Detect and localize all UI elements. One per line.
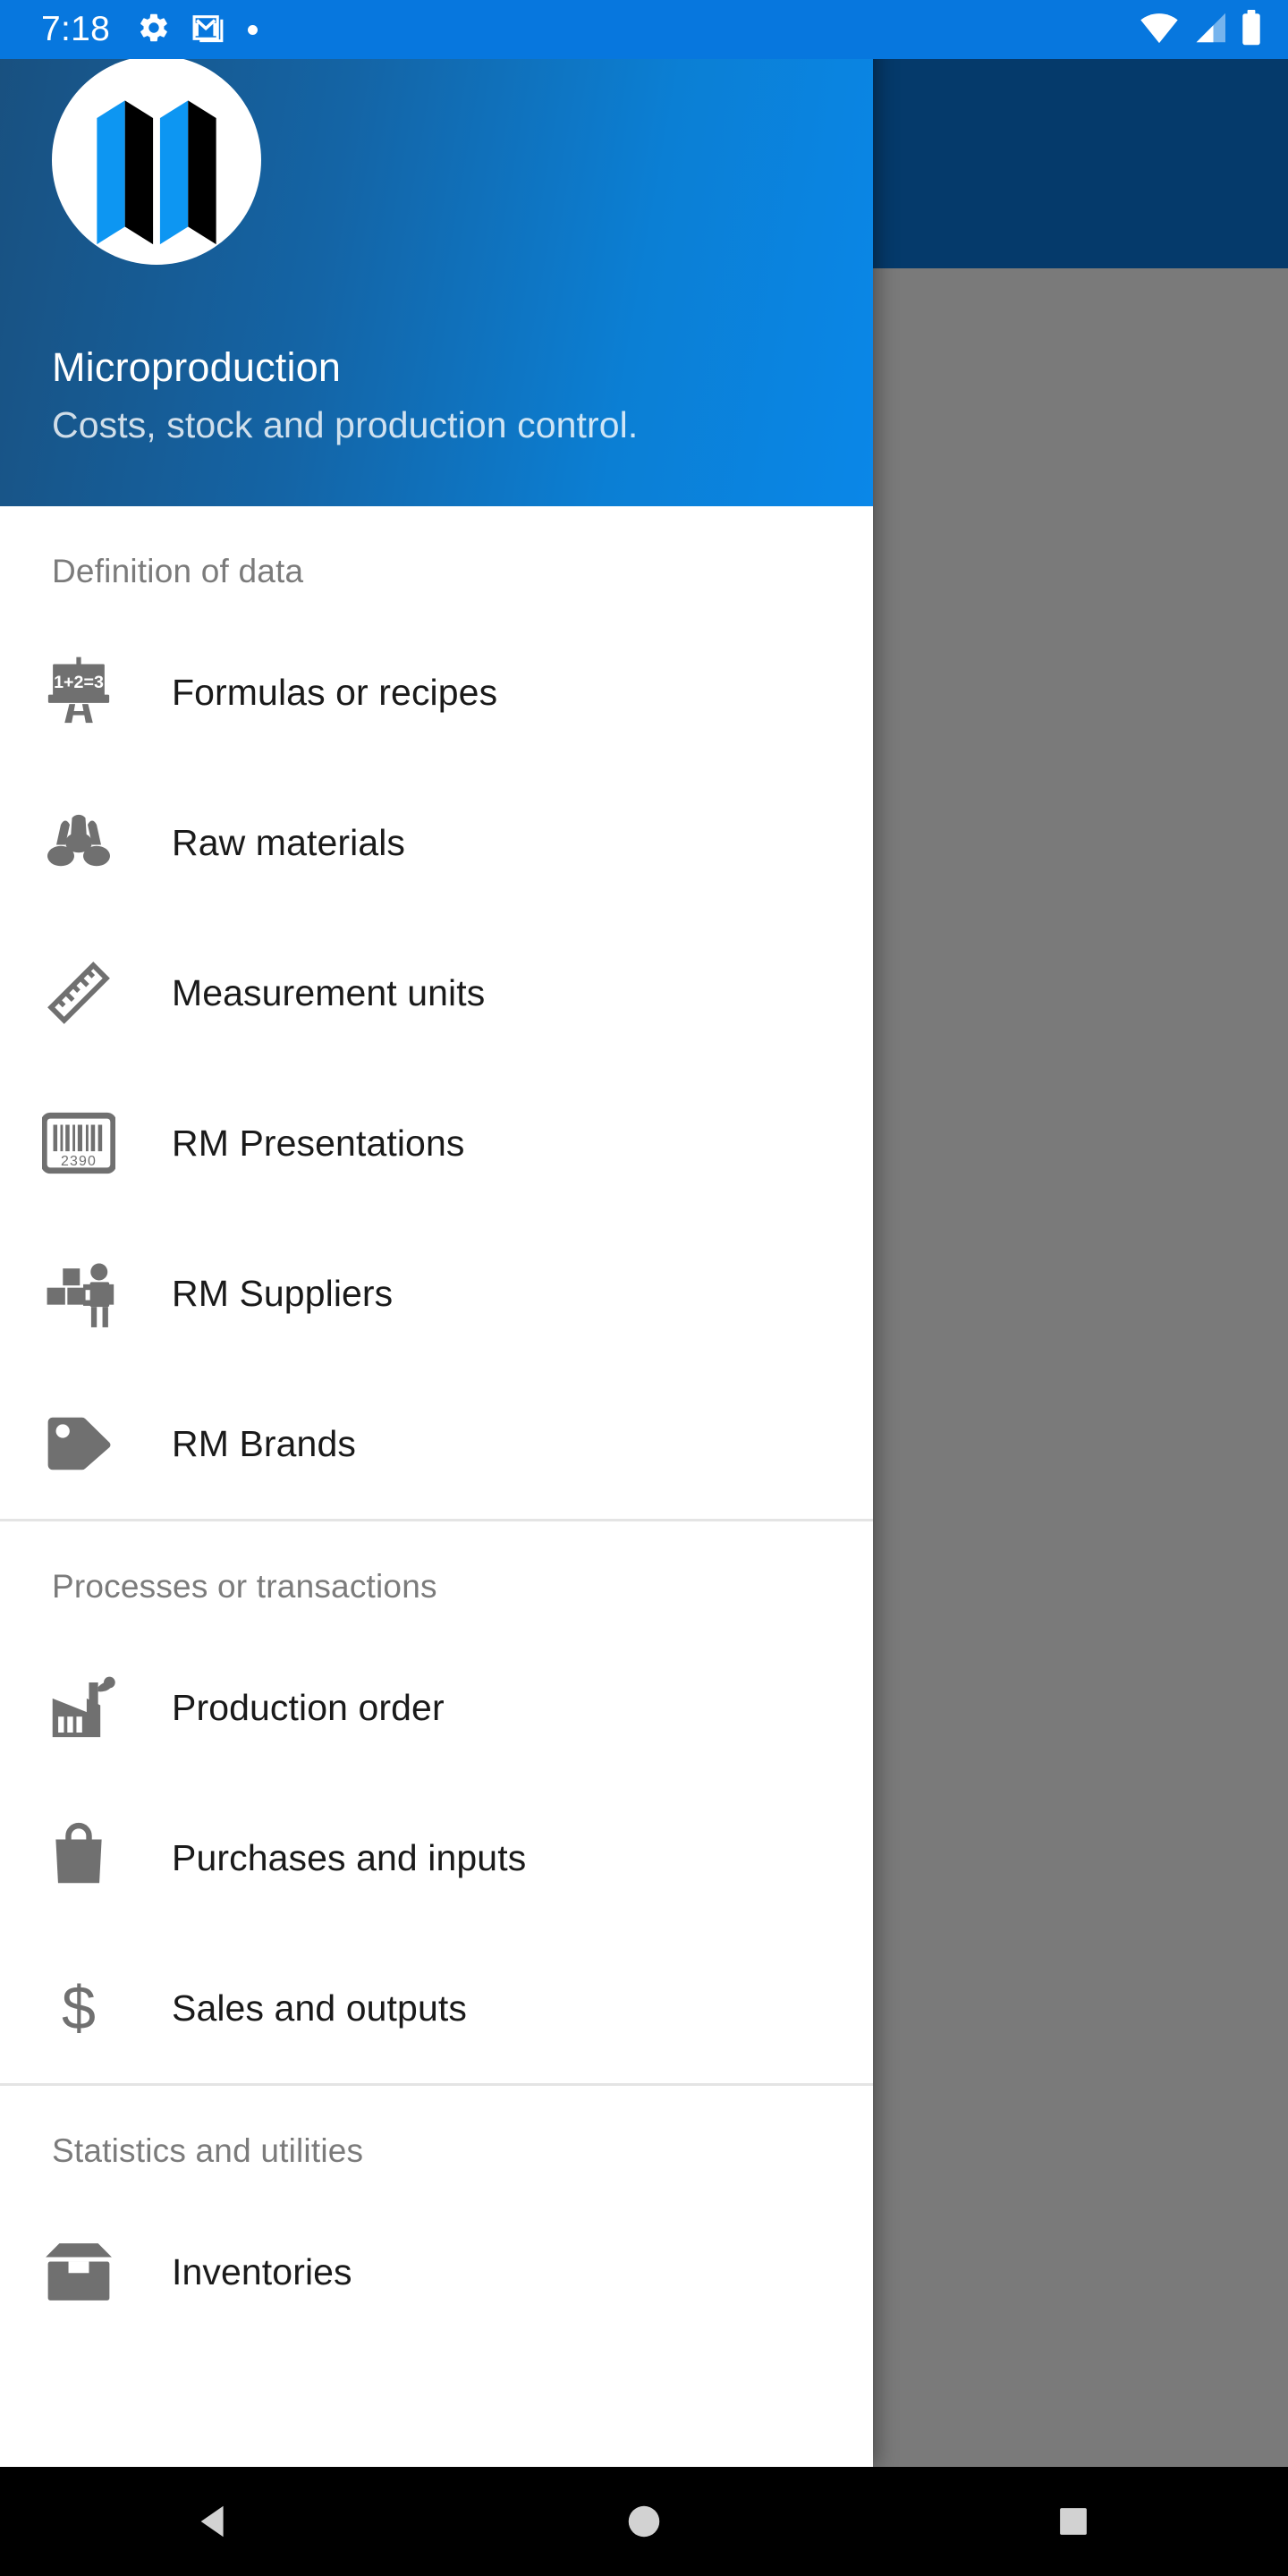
drawer-item-label: Measurement units <box>172 971 486 1013</box>
battery-icon <box>1240 9 1263 50</box>
drawer-item-formulas-or-recipes[interactable]: 1+2=3 Formulas or recipes <box>0 617 873 767</box>
drawer-item-rm-presentations[interactable]: 2390 RM Presentations <box>0 1068 873 1218</box>
cellular-signal-icon <box>1191 12 1228 48</box>
blackboard-formula-icon: 1+2=3 <box>38 651 120 733</box>
drawer-section-header-definition-of-data: Definition of data <box>52 553 304 589</box>
drawer-item-measurement-units[interactable]: Measurement units <box>0 918 873 1068</box>
recents-button[interactable] <box>984 2467 1163 2576</box>
svg-text:$: $ <box>62 1975 96 2043</box>
price-tag-icon <box>38 1402 120 1485</box>
navigation-drawer: Microproduction Costs, stock and product… <box>0 0 873 2467</box>
ruler-icon <box>38 952 120 1034</box>
drawer-item-label: Formulas or recipes <box>172 671 498 713</box>
back-button[interactable] <box>125 2467 304 2576</box>
gmail-icon <box>191 10 227 50</box>
svg-text:2390: 2390 <box>61 1154 97 1169</box>
shopping-bag-icon <box>38 1817 120 1899</box>
notification-dot-icon <box>248 24 258 35</box>
drawer-item-raw-materials[interactable]: Raw materials <box>0 767 873 918</box>
pipes-stack-icon <box>38 801 120 884</box>
microproduction-m-logo <box>52 55 261 265</box>
factory-icon <box>38 1666 120 1749</box>
barcode-icon: 2390 <box>38 1102 120 1184</box>
drawer-item-purchases-and-inputs[interactable]: Purchases and inputs <box>0 1783 873 1933</box>
drawer-item-label: RM Suppliers <box>172 1272 394 1314</box>
home-button[interactable] <box>555 2467 733 2576</box>
drawer-item-label: Raw materials <box>172 821 406 863</box>
drawer-item-label: Inventories <box>172 2250 352 2292</box>
drawer-item-rm-suppliers[interactable]: RM Suppliers <box>0 1218 873 1368</box>
drawer-item-production-order[interactable]: Production order <box>0 1632 873 1783</box>
inventory-box-icon <box>38 2231 120 2313</box>
drawer-menu-list: Definition of data 1+2=3 Formulas or rec… <box>0 506 873 2347</box>
drawer-item-label: RM Presentations <box>172 1122 465 1164</box>
drawer-app-title: Microproduction <box>52 344 342 390</box>
drawer-item-label: Purchases and inputs <box>172 1836 527 1878</box>
wifi-icon <box>1140 12 1179 48</box>
drawer-section-header-processes-or-transactions: Processes or transactions <box>52 1568 437 1605</box>
drawer-section-header-statistics-and-utilities: Statistics and utilities <box>52 2132 364 2169</box>
drawer-item-label: Production order <box>172 1686 445 1728</box>
settings-gear-icon <box>137 11 171 49</box>
system-navigation-bar <box>0 2467 1288 2576</box>
drawer-item-sales-and-outputs[interactable]: $ Sales and outputs <box>0 1933 873 2083</box>
status-bar-clock: 7:18 <box>41 10 111 48</box>
drawer-app-subtitle: Costs, stock and production control. <box>52 404 639 445</box>
svg-text:1+2=3: 1+2=3 <box>54 673 104 692</box>
drawer-item-rm-brands[interactable]: RM Brands <box>0 1368 873 1519</box>
drawer-item-label: Sales and outputs <box>172 1987 467 2029</box>
drawer-header: Microproduction Costs, stock and product… <box>0 0 873 506</box>
drawer-item-inventories[interactable]: Inventories <box>0 2197 873 2347</box>
status-bar: 7:18 <box>0 0 1288 59</box>
drawer-item-label: RM Brands <box>172 1422 356 1464</box>
dollar-sign-icon: $ <box>38 1967 120 2049</box>
worker-with-boxes-icon <box>38 1252 120 1335</box>
